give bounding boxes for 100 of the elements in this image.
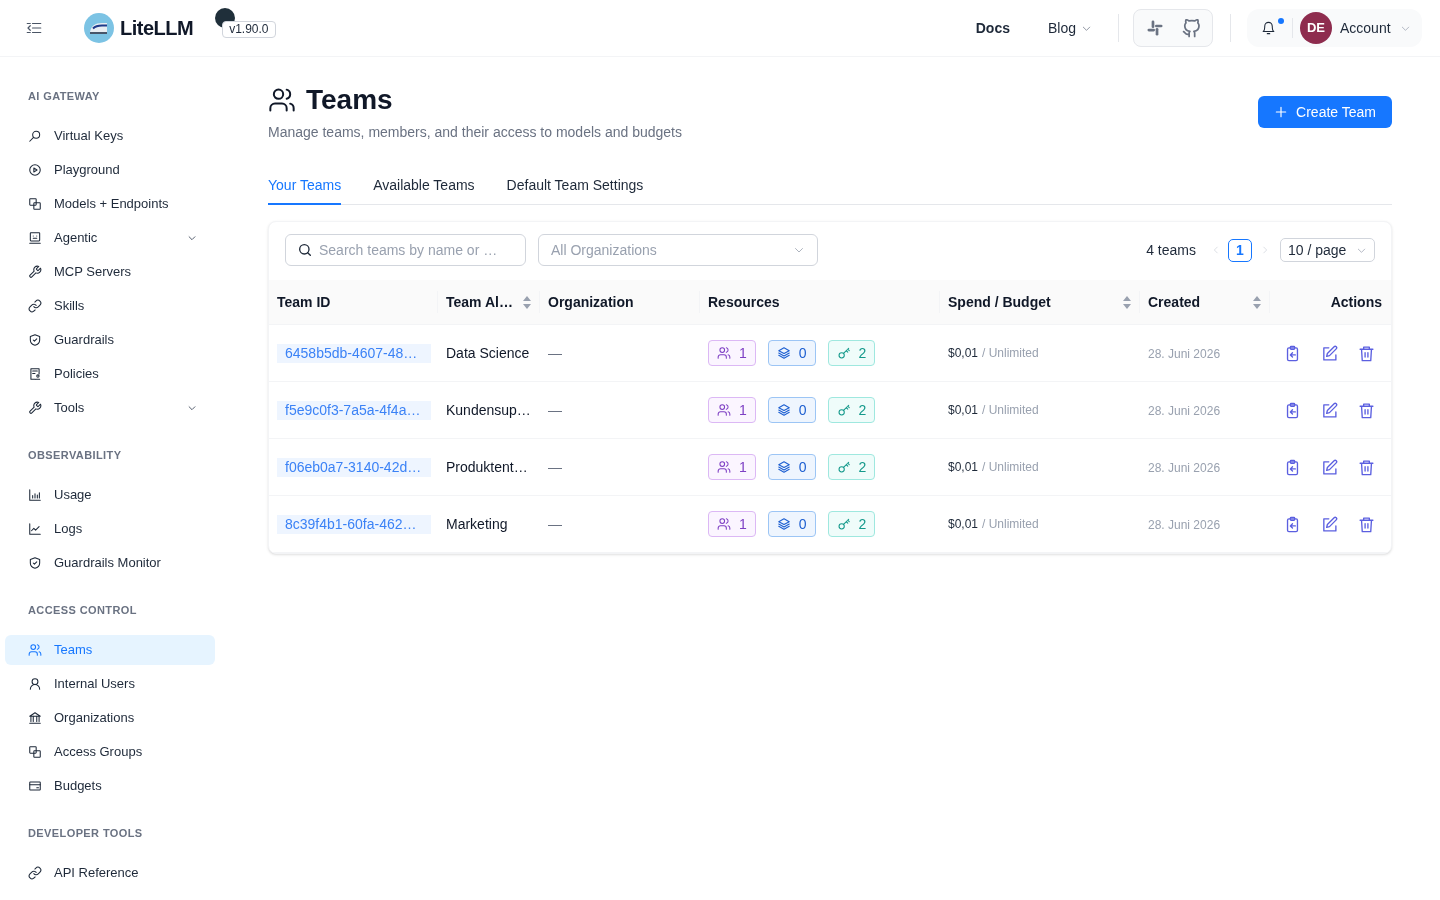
bell-icon[interactable] [1261, 20, 1276, 36]
spend-amount: $0,01 [948, 345, 979, 362]
docs-link[interactable]: Docs [975, 17, 1010, 39]
nav-item[interactable]: Policies [5, 359, 215, 389]
magnifier-icon [28, 129, 42, 143]
users-icon [28, 643, 42, 657]
nav-item[interactable]: Organizations [5, 703, 215, 733]
organization-text: — [548, 516, 562, 532]
link-icon [28, 299, 42, 313]
document-user-icon [28, 367, 42, 381]
version-badge: v1.90.0 [222, 20, 276, 38]
bar-chart-icon [28, 488, 42, 502]
team-count: 4 teams [1146, 240, 1196, 260]
column-header: Organization [548, 292, 634, 312]
created-date: 28. Juni 2026 [1148, 518, 1221, 532]
spend-amount: $0,01 [948, 459, 979, 476]
organization-text: — [548, 345, 562, 361]
spend-amount: $0,01 [948, 402, 979, 419]
wrench-icon [28, 265, 42, 279]
section-title: DEVELOPER TOOLS [27, 826, 144, 841]
team-alias: Marketing [446, 516, 508, 532]
wrench-icon [28, 401, 42, 415]
trash-icon[interactable] [1358, 515, 1375, 533]
trash-icon[interactable] [1358, 344, 1375, 362]
nav-item[interactable]: Models + Endpoints [5, 189, 215, 219]
column-header: Created [1148, 292, 1201, 312]
layers-icon [776, 403, 791, 417]
avatar: DE [1300, 12, 1332, 44]
team-alias: Kundensup… [446, 402, 531, 418]
keys-count: 2 [858, 514, 867, 534]
edit-icon[interactable] [1321, 458, 1338, 476]
nav-item[interactable]: Access Groups [5, 737, 215, 767]
nav-item[interactable]: Usage [5, 480, 215, 510]
search-field[interactable]: Search teams by name or … [285, 234, 526, 266]
users-icon [268, 86, 296, 114]
budget-limit: / Unlimited [982, 402, 1039, 419]
keys-count: 2 [858, 400, 867, 420]
layers-icon [776, 460, 791, 474]
nav-item[interactable]: Playground [5, 155, 215, 185]
key-icon [836, 346, 851, 360]
layers-icon [776, 346, 791, 360]
key-icon [836, 403, 851, 417]
line-chart-icon [28, 522, 42, 536]
tab[interactable]: Available Teams [373, 166, 475, 205]
nav-item[interactable]: API Reference [5, 858, 215, 888]
nav-item[interactable]: Internal Users [5, 669, 215, 699]
edit-icon[interactable] [1321, 515, 1338, 533]
users-icon [717, 517, 731, 531]
shield-check-icon [28, 333, 42, 347]
hash-icon[interactable] [1145, 19, 1164, 37]
column-header: Resources [708, 292, 780, 312]
tab[interactable]: Default Team Settings [506, 166, 644, 205]
nav-item[interactable]: Tools [5, 393, 215, 423]
created-date: 28. Juni 2026 [1148, 404, 1221, 418]
squares-icon [28, 197, 42, 211]
squares-icon [28, 745, 42, 759]
key-icon [836, 517, 851, 531]
nav-item[interactable]: Agentic [5, 223, 215, 253]
members-count: 1 [739, 343, 747, 363]
brand-name: LiteLLM [120, 16, 194, 41]
plus-icon [1274, 105, 1289, 119]
models-count: 0 [798, 343, 807, 363]
organization-text: — [548, 402, 562, 418]
section-title: ACCESS CONTROL [27, 603, 138, 618]
models-count: 0 [798, 514, 807, 534]
cat-icon[interactable] [1181, 18, 1201, 38]
team-alias: Produktent… [446, 459, 528, 475]
models-count: 0 [798, 457, 807, 477]
created-date: 28. Juni 2026 [1148, 461, 1221, 475]
blog-menu[interactable]: Blog [1047, 17, 1092, 39]
column-header: Spend / Budget [948, 292, 1051, 312]
tab[interactable]: Your Teams [268, 166, 342, 205]
budget-limit: / Unlimited [982, 516, 1039, 533]
create-team-button[interactable]: Create Team [1258, 96, 1392, 128]
nav-item[interactable]: MCP Servers [5, 257, 215, 287]
key-icon [836, 460, 851, 474]
nav-item[interactable]: Logs [5, 514, 215, 544]
page-size-select[interactable]: 10 / page [1280, 238, 1375, 262]
trash-icon[interactable] [1358, 458, 1375, 476]
column-header: Actions [1330, 292, 1382, 312]
page-button[interactable]: 1 [1228, 238, 1252, 262]
bank-icon [28, 711, 42, 725]
nav-item[interactable]: Budgets [5, 771, 215, 801]
account-menu-button[interactable]: DE Account [1300, 12, 1411, 44]
nav-item[interactable]: Virtual Keys [5, 121, 215, 151]
users-icon [717, 403, 731, 417]
card-icon [28, 779, 42, 793]
edit-icon[interactable] [1321, 344, 1338, 362]
nav-item[interactable]: Skills [5, 291, 215, 321]
trash-icon[interactable] [1358, 401, 1375, 419]
keys-count: 2 [858, 457, 867, 477]
nav-item[interactable]: Teams [5, 635, 215, 665]
play-circle-icon [28, 163, 42, 177]
members-count: 1 [739, 514, 747, 534]
nav-item[interactable]: Guardrails [5, 325, 215, 355]
shield-check-icon [28, 556, 42, 570]
column-header: Team ID [277, 292, 331, 312]
edit-icon[interactable] [1321, 401, 1338, 419]
created-date: 28. Juni 2026 [1148, 347, 1221, 361]
nav-item[interactable]: Guardrails Monitor [5, 548, 215, 578]
